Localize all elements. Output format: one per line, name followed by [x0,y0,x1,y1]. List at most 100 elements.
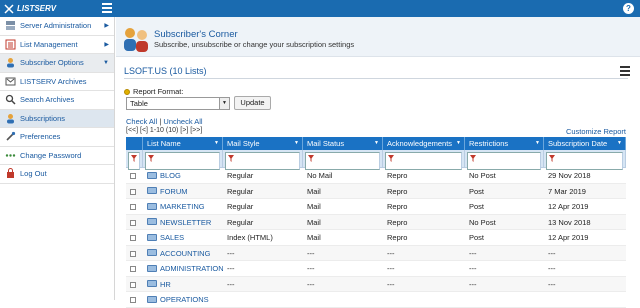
cell-subscription-date: 12 Apr 2019 [544,230,626,246]
report-format-select[interactable]: Table ▼ [126,97,230,110]
cell-value: Repro [387,186,408,196]
column-header-mail-status[interactable]: Mail Status ▼ [303,137,383,150]
cell-mail-status: Mail [303,230,383,246]
sidebar-item-server-administration[interactable]: Server Administration ▶ [0,17,114,36]
cell-list-name[interactable]: MARKETING [143,199,223,215]
sidebar-item-search-archives[interactable]: Search Archives [0,91,114,110]
list-icon [5,39,16,50]
cell-subscription-date: --- [544,261,626,277]
row-checkbox[interactable] [130,173,136,180]
cell-list-name[interactable]: SALES [143,230,223,246]
cell-value: 12 Apr 2019 [548,202,589,211]
cell-mail-status: Mail [303,215,383,231]
row-checkbox[interactable] [130,281,136,288]
filter-input[interactable] [145,152,220,170]
sidebar-item-log-out[interactable]: Log Out [0,165,114,184]
check-all-link[interactable]: Check All [126,117,157,126]
cell-acknowledgements: --- [383,277,465,293]
row-checkbox[interactable] [130,266,136,273]
menu-icon[interactable] [620,66,630,76]
folder-icon [147,187,157,195]
row-checkbox[interactable] [130,188,136,195]
cell-mail-style: --- [223,277,303,293]
folder-icon [147,233,157,241]
cell-subscription-date: 7 Mar 2019 [544,184,626,200]
cell-restrictions: No Post [465,168,544,184]
column-header-acknowledgements[interactable]: Acknowledgements ▼ [383,137,465,150]
cell-acknowledgements: Repro [383,168,465,184]
report-format-label: Report Format: [124,87,183,96]
uncheck-all-link[interactable]: Uncheck All [163,117,202,126]
cell-acknowledgements: Repro [383,215,465,231]
column-header-subscription-date[interactable]: Subscription Date ▼ [544,137,626,150]
cell-list-name[interactable]: ACCOUNTING [143,246,223,262]
cell-subscription-date: --- [544,246,626,262]
list-name-link[interactable]: ADMINISTRATION [160,264,223,273]
divider [124,78,628,79]
cell-list-name[interactable]: FORUM [143,184,223,200]
lists-title: LSOFT.US (10 Lists) [124,66,207,76]
column-header-list-name[interactable]: List Name ▼ [143,137,223,150]
cell-value: Repro [387,202,408,211]
list-name-link[interactable]: HR [160,280,171,289]
filter-input[interactable] [305,152,380,170]
pager[interactable]: [<<] [<] 1-10 (10) [>] [>>] [126,127,202,134]
table-row: NEWSLETTER Regular Mail Repro No Post 13 Nov … [126,214,626,231]
sidebar-item-label: List Management [20,39,78,49]
filter-cell [126,150,143,170]
row-checkbox[interactable] [130,297,136,304]
sidebar-item-label: LISTSERV Archives [20,76,87,86]
cell-value: --- [387,279,395,289]
sidebar-item-subscriptions[interactable]: Subscriptions [0,109,114,128]
customize-report-link[interactable]: Customize Report [566,127,626,136]
cell-list-name[interactable]: HR [143,277,223,293]
sidebar-toggle-icon[interactable] [102,3,112,13]
list-name-link[interactable]: ACCOUNTING [160,249,210,258]
sidebar-item-change-password[interactable]: Change Password [0,147,114,165]
cell-acknowledgements: Repro [383,184,465,200]
filter-input[interactable] [225,152,300,170]
filter-input[interactable] [546,152,623,170]
chevron-right-icon: ▶ [104,41,109,48]
cell-value: --- [307,248,315,258]
column-header-mail-style[interactable]: Mail Style ▼ [223,137,303,150]
cell-value: Regular [227,217,254,227]
filter-input[interactable] [128,152,140,170]
list-name-link[interactable]: MARKETING [160,202,205,211]
sidebar-item-list-management[interactable]: List Management ▶ [0,36,114,54]
row-select-cell [126,246,143,262]
app-logo[interactable]: LISTSERV [0,0,115,17]
help-icon[interactable]: ? [623,3,634,14]
cell-value: --- [548,264,556,273]
sidebar-item-label: Preferences [20,132,61,142]
cell-list-name[interactable]: ADMINISTRATION [143,261,223,277]
filter-input[interactable] [385,152,462,170]
sidebar-item-listserv-archives[interactable]: LISTSERV Archives [0,73,114,91]
cell-value: 7 Mar 2019 [548,186,586,196]
cell-list-name[interactable]: NEWSLETTER [143,215,223,231]
sidebar-item-label: Subscriptions [20,113,66,123]
cell-list-name[interactable]: BLOG [143,168,223,184]
row-checkbox[interactable] [130,250,136,257]
cell-value: --- [227,248,235,258]
sidebar-item-preferences[interactable]: Preferences [0,128,114,147]
update-button[interactable]: Update [234,96,271,110]
list-name-link[interactable]: SALES [160,233,184,242]
row-checkbox[interactable] [130,219,136,226]
check-links: Check All | Uncheck All [126,117,203,126]
chevron-down-icon: ▼ [219,98,229,109]
filter-input[interactable] [467,152,541,170]
cell-value: No Post [469,217,496,227]
list-name-link[interactable]: BLOG [160,171,181,180]
list-name-link[interactable]: NEWSLETTER [160,218,211,227]
cell-mail-status: --- [303,277,383,293]
sidebar-item-subscriber-options[interactable]: Subscriber Options ▼ [0,54,114,73]
row-select-cell [126,168,143,184]
link-separator: | [159,117,162,126]
cell-restrictions: Post [465,184,544,200]
column-header-restrictions[interactable]: Restrictions ▼ [465,137,544,150]
filter-row [126,150,626,170]
list-name-link[interactable]: FORUM [160,187,188,196]
row-checkbox[interactable] [130,235,136,242]
row-checkbox[interactable] [130,204,136,211]
